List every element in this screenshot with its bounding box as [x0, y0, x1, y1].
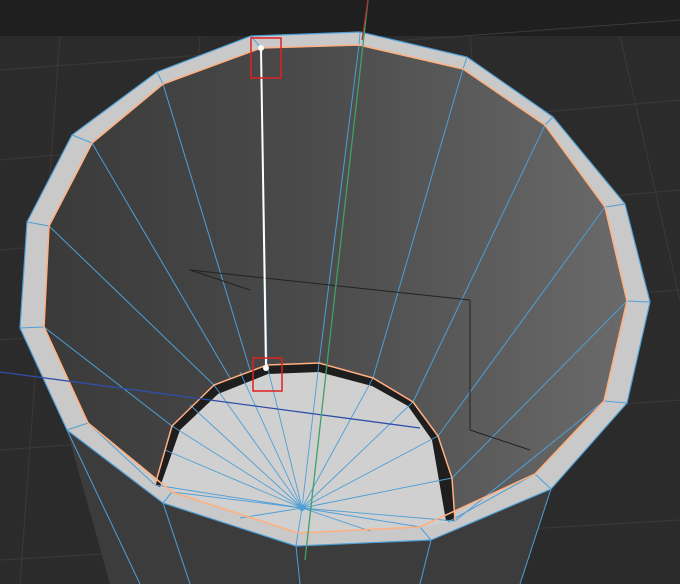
- floor-center-vertex: [299, 505, 305, 511]
- viewport-scene[interactable]: [0, 0, 680, 584]
- selected-vertex-bottom: [263, 365, 269, 371]
- 3d-viewport[interactable]: [0, 0, 680, 584]
- selected-vertex-top: [258, 45, 264, 51]
